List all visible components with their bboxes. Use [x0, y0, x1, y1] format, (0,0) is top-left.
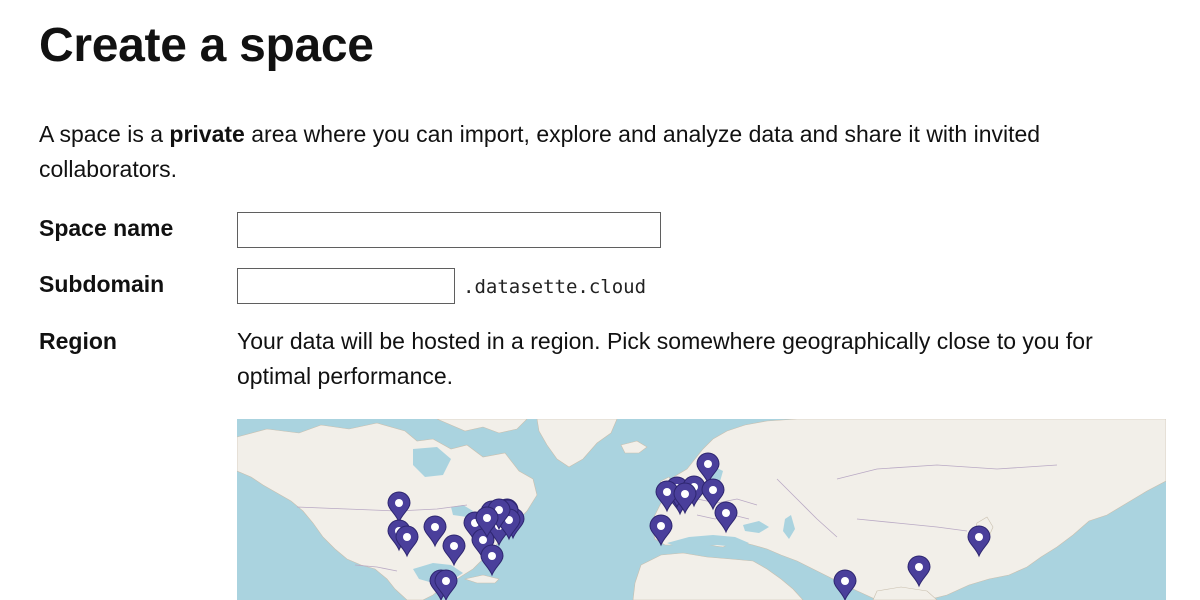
intro-bold-word: private: [169, 121, 245, 147]
subdomain-suffix: .datasette.cloud: [463, 276, 647, 298]
subdomain-label: Subdomain: [39, 271, 165, 297]
subdomain-input[interactable]: [237, 268, 455, 304]
region-map[interactable]: [237, 419, 1166, 600]
space-name-label: Space name: [39, 215, 174, 241]
world-map[interactable]: [237, 419, 1166, 600]
intro-prefix: A space is a: [39, 121, 170, 147]
space-name-input[interactable]: [237, 212, 661, 248]
region-help-text: Your data will be hosted in a region. Pi…: [237, 328, 1093, 389]
page-title: Create a space: [39, 19, 374, 72]
region-label: Region: [39, 328, 117, 354]
intro-text: A space is a private area where you can …: [39, 117, 1149, 187]
